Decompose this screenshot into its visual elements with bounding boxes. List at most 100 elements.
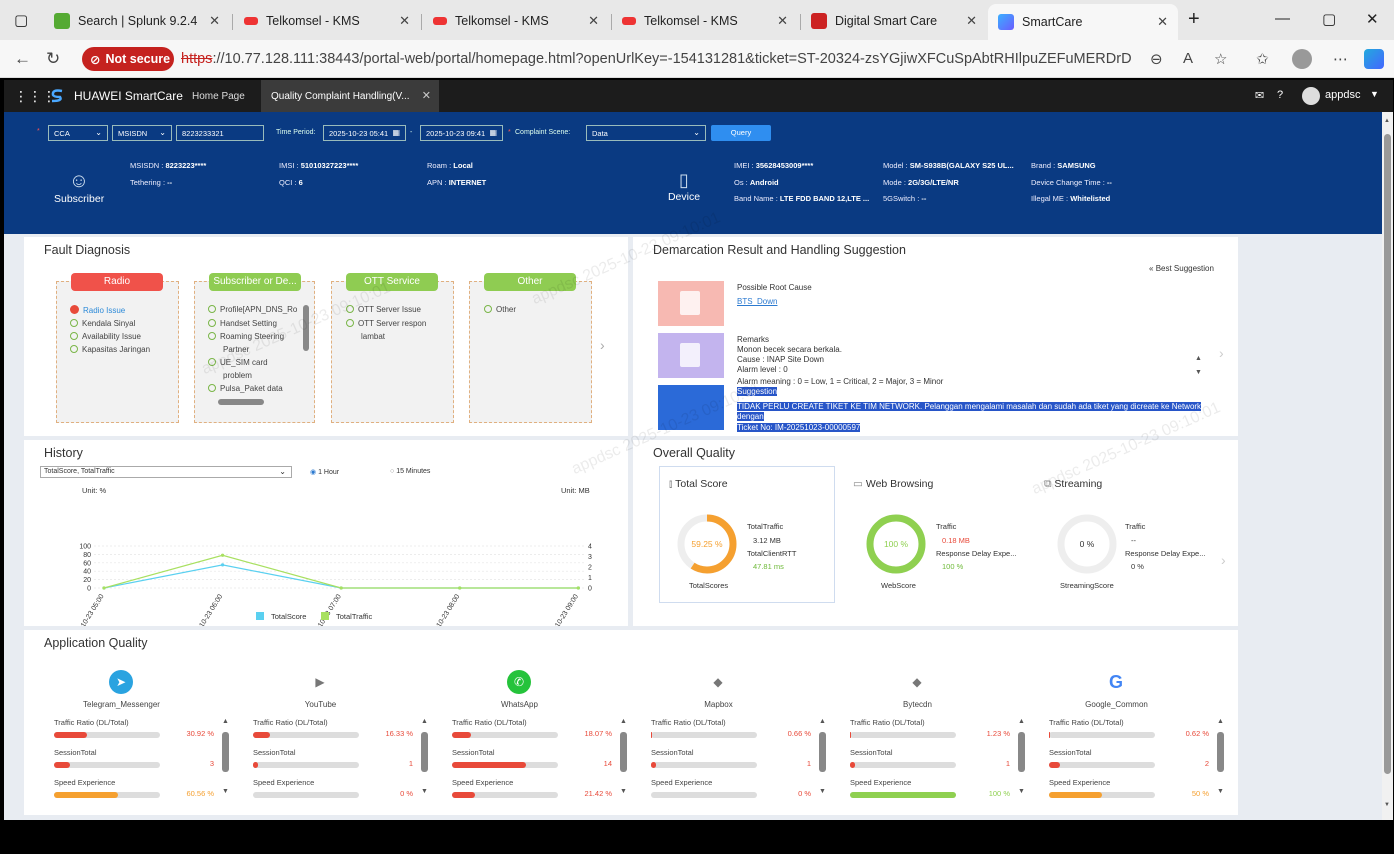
avatar[interactable] — [1302, 87, 1320, 105]
fault-item[interactable]: Handset Setting — [208, 319, 277, 328]
scroll-down-icon[interactable]: ▼ — [222, 788, 229, 795]
tab-actions-icon[interactable]: ▢ — [14, 11, 28, 29]
not-secure-badge[interactable]: ⊘ Not secure — [82, 47, 174, 71]
bar-fill — [1049, 792, 1102, 798]
msisdn-input[interactable]: 8223233321 — [176, 125, 264, 141]
fault-item[interactable]: Kapasitas Jaringan — [70, 345, 150, 354]
fault-item[interactable]: OTT Server respon — [346, 319, 426, 328]
browser-tab-splunk[interactable]: Search | Splunk 9.2.4 ✕ — [44, 6, 230, 36]
chevron-right-icon[interactable]: › — [1221, 552, 1226, 568]
close-icon[interactable]: ✕ — [422, 89, 431, 102]
user-name[interactable]: appdsc — [1325, 89, 1360, 101]
vertical-scrollbar[interactable] — [1018, 732, 1025, 772]
more-menu-icon[interactable]: ⋯ — [1333, 50, 1348, 68]
vertical-scrollbar[interactable] — [421, 732, 428, 772]
help-icon[interactable]: ? — [1277, 89, 1283, 101]
x-tick-label: 2025-10-23 07:00 — [308, 593, 343, 626]
scroll-down-icon[interactable]: ▼ — [1195, 369, 1202, 376]
window-close-icon[interactable]: ✕ — [1366, 10, 1379, 28]
youtube-icon: ▶ — [308, 670, 332, 694]
id-type-select[interactable]: MSISDN ⌄ — [112, 125, 172, 141]
new-tab-plus-icon[interactable]: + — [1188, 8, 1200, 31]
fault-item[interactable]: Kendala Sinyal — [70, 319, 135, 328]
field-msisdn: MSISDN : 8223223**** — [130, 161, 207, 170]
vertical-scrollbar[interactable] — [1217, 732, 1224, 772]
scrollbar-thumb[interactable] — [1384, 134, 1391, 774]
fault-item[interactable]: UE_SIM card — [208, 358, 268, 367]
scroll-down-icon[interactable]: ▼ — [819, 788, 826, 795]
fault-group-header[interactable]: Radio — [71, 273, 163, 291]
minimize-icon[interactable]: — — [1275, 10, 1290, 27]
vertical-scrollbar[interactable] — [222, 732, 229, 772]
type-select[interactable]: CCA ⌄ — [48, 125, 108, 141]
fault-group-header[interactable]: OTT Service — [346, 273, 438, 291]
browser-tab-kms-3[interactable]: Telkomsel - KMS ✕ — [612, 6, 798, 36]
traffic-ratio-value: 0.62 % — [1185, 729, 1209, 738]
field-5gswitch: 5GSwitch : -- — [883, 194, 927, 203]
tab-home-page[interactable]: Home Page — [184, 80, 253, 112]
vertical-scrollbar[interactable] — [303, 305, 309, 351]
taskbar-edge — [0, 820, 1394, 854]
zoom-icon[interactable]: ⊖ — [1150, 50, 1163, 68]
chevron-down-icon: ⌄ — [159, 128, 166, 137]
vertical-scrollbar[interactable] — [819, 732, 826, 772]
close-icon[interactable]: ✕ — [209, 13, 220, 29]
scroll-up-icon[interactable]: ▲ — [1217, 718, 1224, 725]
best-suggestion-link[interactable]: « Best Suggestion — [1149, 264, 1214, 273]
fault-item[interactable]: Other — [484, 305, 516, 314]
scroll-up-icon[interactable]: ▲ — [421, 718, 428, 725]
scroll-up-icon[interactable]: ▲ — [1195, 355, 1202, 362]
fault-item[interactable]: Pulsa_Paket data — [208, 384, 283, 393]
browser-tab-digital-smart-care[interactable]: Digital Smart Care ✕ — [801, 6, 987, 36]
data-point — [339, 586, 343, 590]
tab-quality-complaint[interactable]: Quality Complaint Handling(V... ✕ — [261, 80, 439, 112]
favorites-icon[interactable]: ✩ — [1256, 50, 1269, 68]
close-icon[interactable]: ✕ — [777, 13, 788, 29]
close-icon[interactable]: ✕ — [399, 13, 410, 29]
favorite-star-icon[interactable]: ☆ — [1214, 50, 1227, 68]
browser-tab-kms-2[interactable]: Telkomsel - KMS ✕ — [423, 6, 609, 36]
scroll-up-icon[interactable]: ▲ — [620, 718, 627, 725]
complaint-scene-select[interactable]: Data ⌄ — [586, 125, 706, 141]
maximize-icon[interactable]: ▢ — [1322, 10, 1336, 28]
session-total-value: 1 — [408, 759, 413, 768]
fault-item[interactable]: Roaming Steering — [208, 332, 284, 341]
reload-icon[interactable]: ↻ — [46, 49, 60, 69]
horizontal-scrollbar[interactable] — [218, 399, 264, 405]
close-icon[interactable]: ✕ — [1157, 14, 1168, 30]
scroll-up-icon[interactable]: ▲ — [222, 718, 229, 725]
mail-icon[interactable]: ✉ — [1255, 89, 1264, 102]
fault-item[interactable]: Availability Issue — [70, 332, 141, 341]
close-icon[interactable]: ✕ — [966, 13, 977, 29]
url-field[interactable]: https://10.77.128.111:38443/portal-web/p… — [181, 51, 1132, 67]
back-arrow-icon[interactable]: ← — [14, 49, 31, 69]
scroll-down-icon[interactable]: ▼ — [620, 788, 627, 795]
scroll-up-icon[interactable]: ▲ — [1018, 718, 1025, 725]
browser-tab-kms-1[interactable]: Telkomsel - KMS ✕ — [234, 6, 420, 36]
scroll-down-icon[interactable]: ▼ — [421, 788, 428, 795]
scroll-down-icon[interactable]: ▼ — [1217, 788, 1224, 795]
fault-item[interactable]: OTT Server Issue — [346, 305, 421, 314]
chevron-right-icon[interactable]: › — [600, 337, 605, 353]
chevron-down-icon[interactable]: ▼ — [1370, 89, 1379, 99]
history-panel: History TotalScore, TotalTraffic ⌄ ◉ 1 Ho… — [24, 440, 628, 626]
fault-item[interactable]: Radio Issue — [70, 305, 125, 315]
start-time-input[interactable]: 2025-10-23 05:41 ▦ — [323, 125, 406, 141]
browser-tab-smartcare[interactable]: SmartCare ✕ — [988, 4, 1178, 40]
read-aloud-icon[interactable]: A — [1183, 50, 1193, 67]
end-time-input[interactable]: 2025-10-23 09:41 ▦ — [420, 125, 503, 141]
page-scrollbar[interactable]: ▲ ▼ — [1382, 112, 1393, 820]
query-button[interactable]: Query — [711, 125, 771, 141]
close-icon[interactable]: ✕ — [588, 13, 599, 29]
chevron-right-icon[interactable]: › — [1219, 345, 1224, 361]
profile-avatar-icon[interactable] — [1292, 49, 1312, 69]
scroll-up-icon[interactable]: ▲ — [819, 718, 826, 725]
fault-group-header[interactable]: Other — [484, 273, 576, 291]
copilot-icon[interactable] — [1364, 49, 1384, 69]
root-cause-link[interactable]: BTS_Down — [737, 297, 777, 306]
fault-item[interactable]: Profile[APN_DNS_Ro — [208, 305, 297, 314]
telkomsel-icon — [244, 17, 258, 25]
vertical-scrollbar[interactable] — [620, 732, 627, 772]
fault-group-header[interactable]: Subscriber or De... — [209, 273, 301, 291]
scroll-down-icon[interactable]: ▼ — [1018, 788, 1025, 795]
